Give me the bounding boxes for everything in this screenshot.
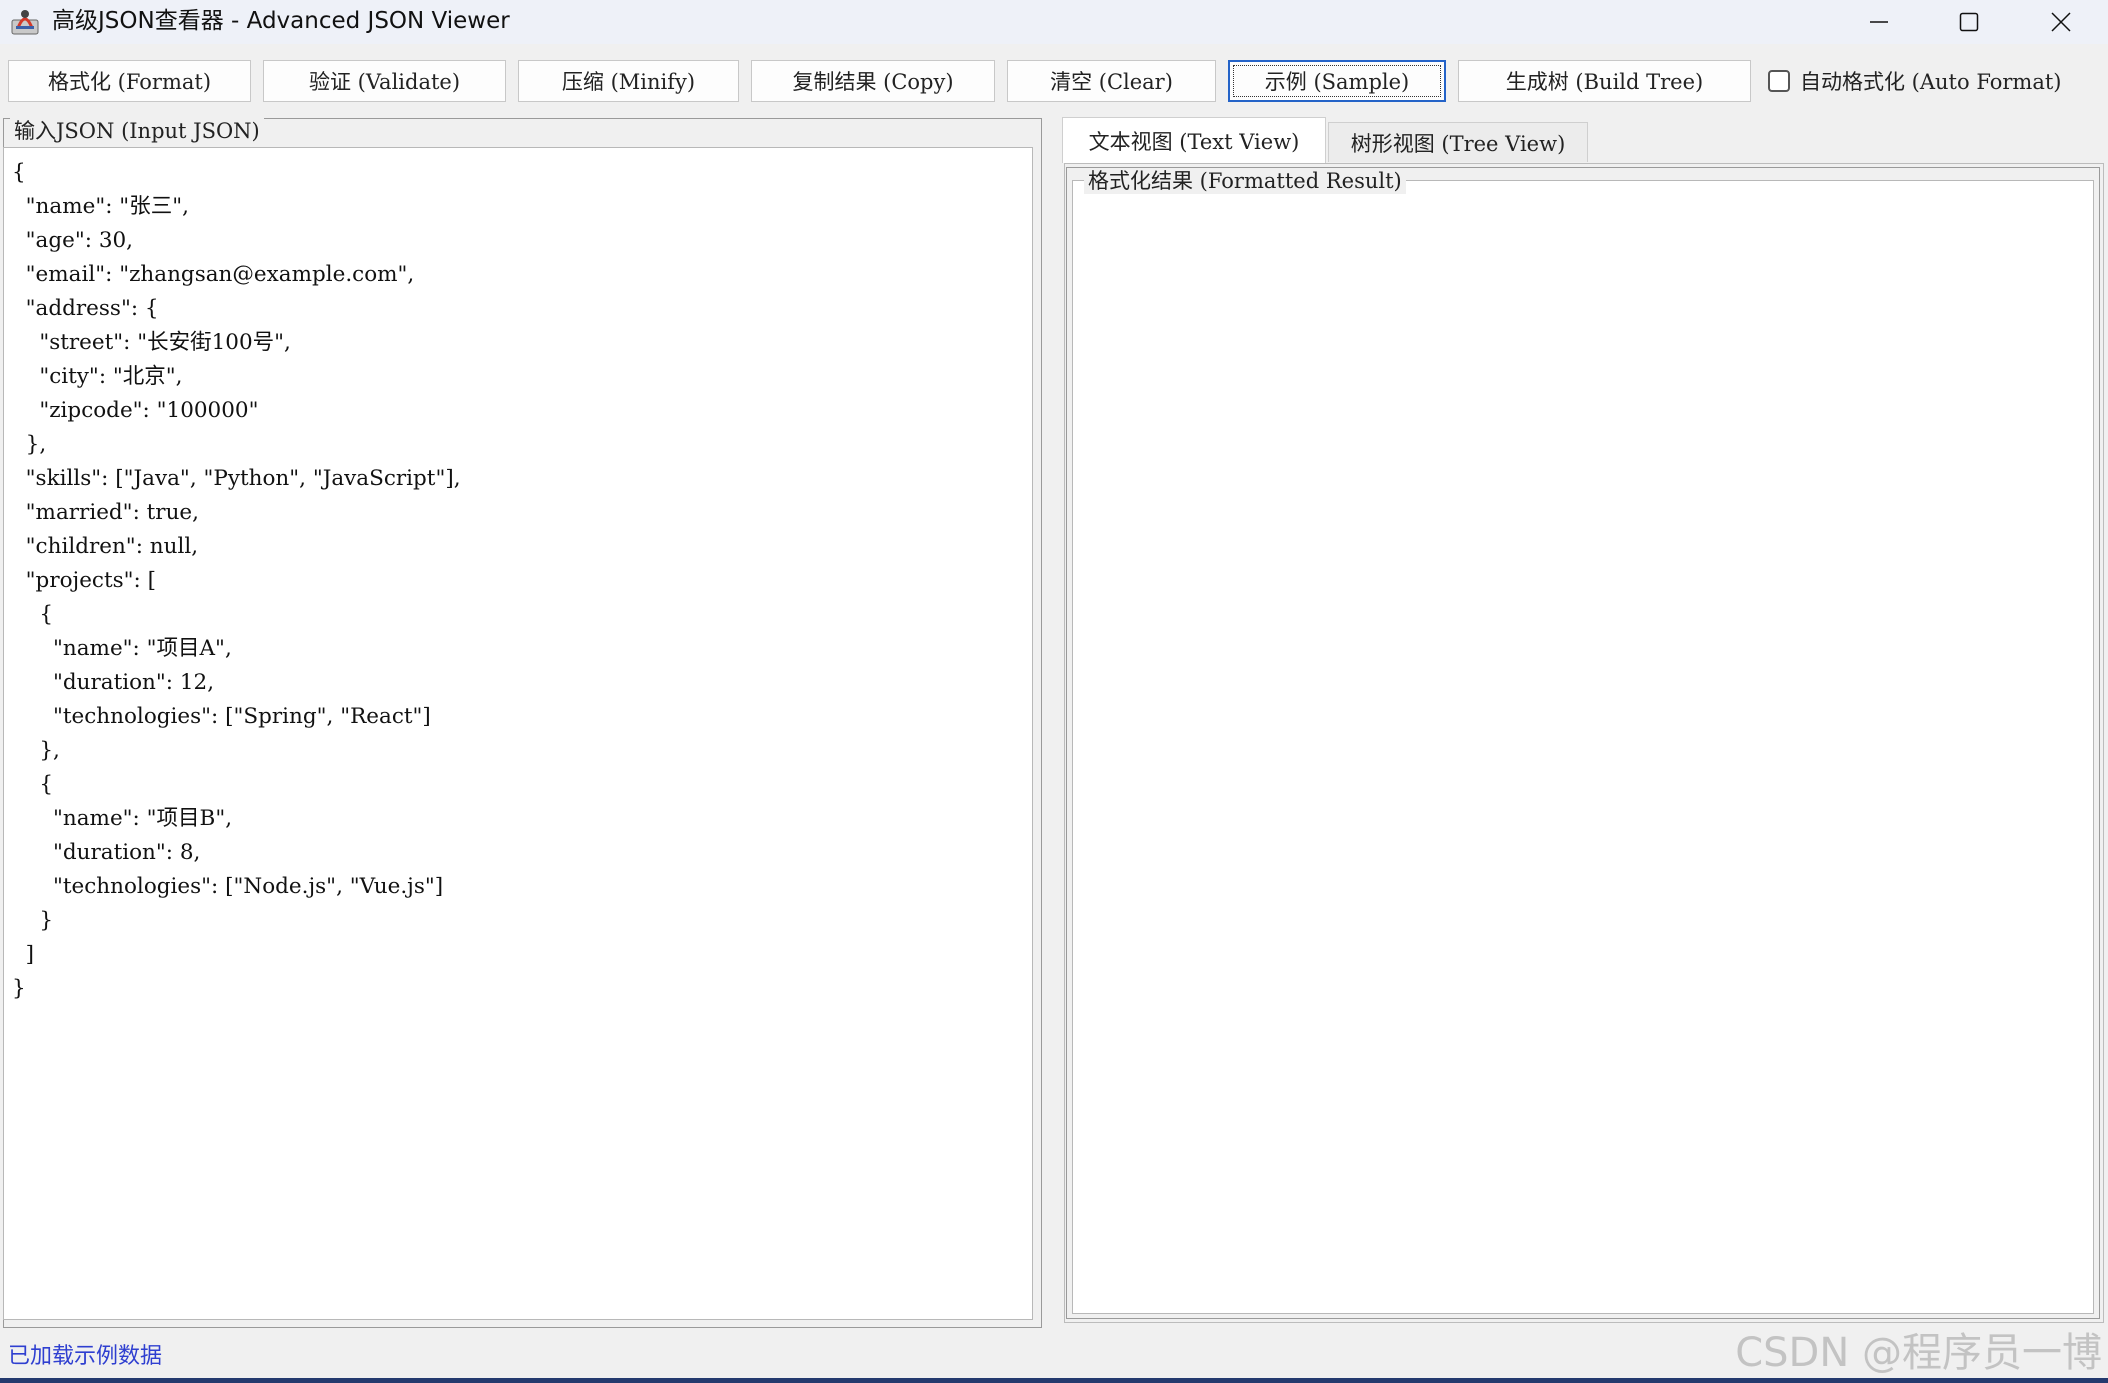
close-button[interactable] [2016, 0, 2106, 44]
tab-tree-view-label: 树形视图 (Tree View) [1350, 131, 1566, 156]
watermark: CSDN @程序员一博 [1735, 1330, 2102, 1376]
input-json-content: { "name": "张三", "age": 30, "email": "zha… [12, 160, 461, 1001]
maximize-button[interactable] [1924, 0, 2014, 44]
close-icon [2051, 12, 2071, 32]
app-window: 高级JSON查看器 - Advanced JSON Viewer 格式化 (Fo… [0, 0, 2108, 1383]
validate-button[interactable]: 验证 (Validate) [263, 60, 506, 102]
maximize-icon [1959, 12, 1979, 32]
taskbar-edge [0, 1378, 2108, 1383]
sample-button[interactable]: 示例 (Sample) [1228, 60, 1446, 102]
format-button[interactable]: 格式化 (Format) [8, 60, 251, 102]
minimize-icon [1870, 21, 1888, 23]
build-tree-button[interactable]: 生成树 (Build Tree) [1458, 60, 1751, 102]
focus-rectangle [1233, 65, 1441, 97]
java-app-icon [11, 10, 39, 35]
clear-button[interactable]: 清空 (Clear) [1007, 60, 1216, 102]
copy-button-label: 复制结果 (Copy) [792, 70, 954, 94]
output-group-legend: 格式化结果 (Formatted Result) [1084, 168, 1406, 194]
tab-text-view[interactable]: 文本视图 (Text View) [1062, 117, 1326, 163]
minify-button[interactable]: 压缩 (Minify) [518, 60, 739, 102]
window-title: 高级JSON查看器 - Advanced JSON Viewer [52, 8, 510, 34]
tab-text-view-label: 文本视图 (Text View) [1088, 129, 1300, 154]
status-message: 已加载示例数据 [8, 1344, 163, 1369]
formatted-result-textarea[interactable] [1072, 180, 2094, 1314]
title-bar: 高级JSON查看器 - Advanced JSON Viewer [0, 0, 2108, 44]
minimize-button[interactable] [1834, 0, 1924, 44]
minify-button-label: 压缩 (Minify) [561, 70, 696, 94]
auto-format-checkbox[interactable]: 自动格式化 (Auto Format) [1768, 60, 2062, 102]
auto-format-label: 自动格式化 (Auto Format) [1800, 70, 2062, 94]
tab-tree-view[interactable]: 树形视图 (Tree View) [1328, 122, 1588, 162]
input-group-legend: 输入JSON (Input JSON) [10, 118, 264, 144]
checkbox-box[interactable] [1768, 70, 1790, 92]
build-tree-button-label: 生成树 (Build Tree) [1505, 70, 1704, 94]
validate-button-label: 验证 (Validate) [308, 70, 461, 94]
copy-button[interactable]: 复制结果 (Copy) [751, 60, 995, 102]
clear-button-label: 清空 (Clear) [1050, 70, 1173, 94]
format-button-label: 格式化 (Format) [47, 70, 212, 94]
